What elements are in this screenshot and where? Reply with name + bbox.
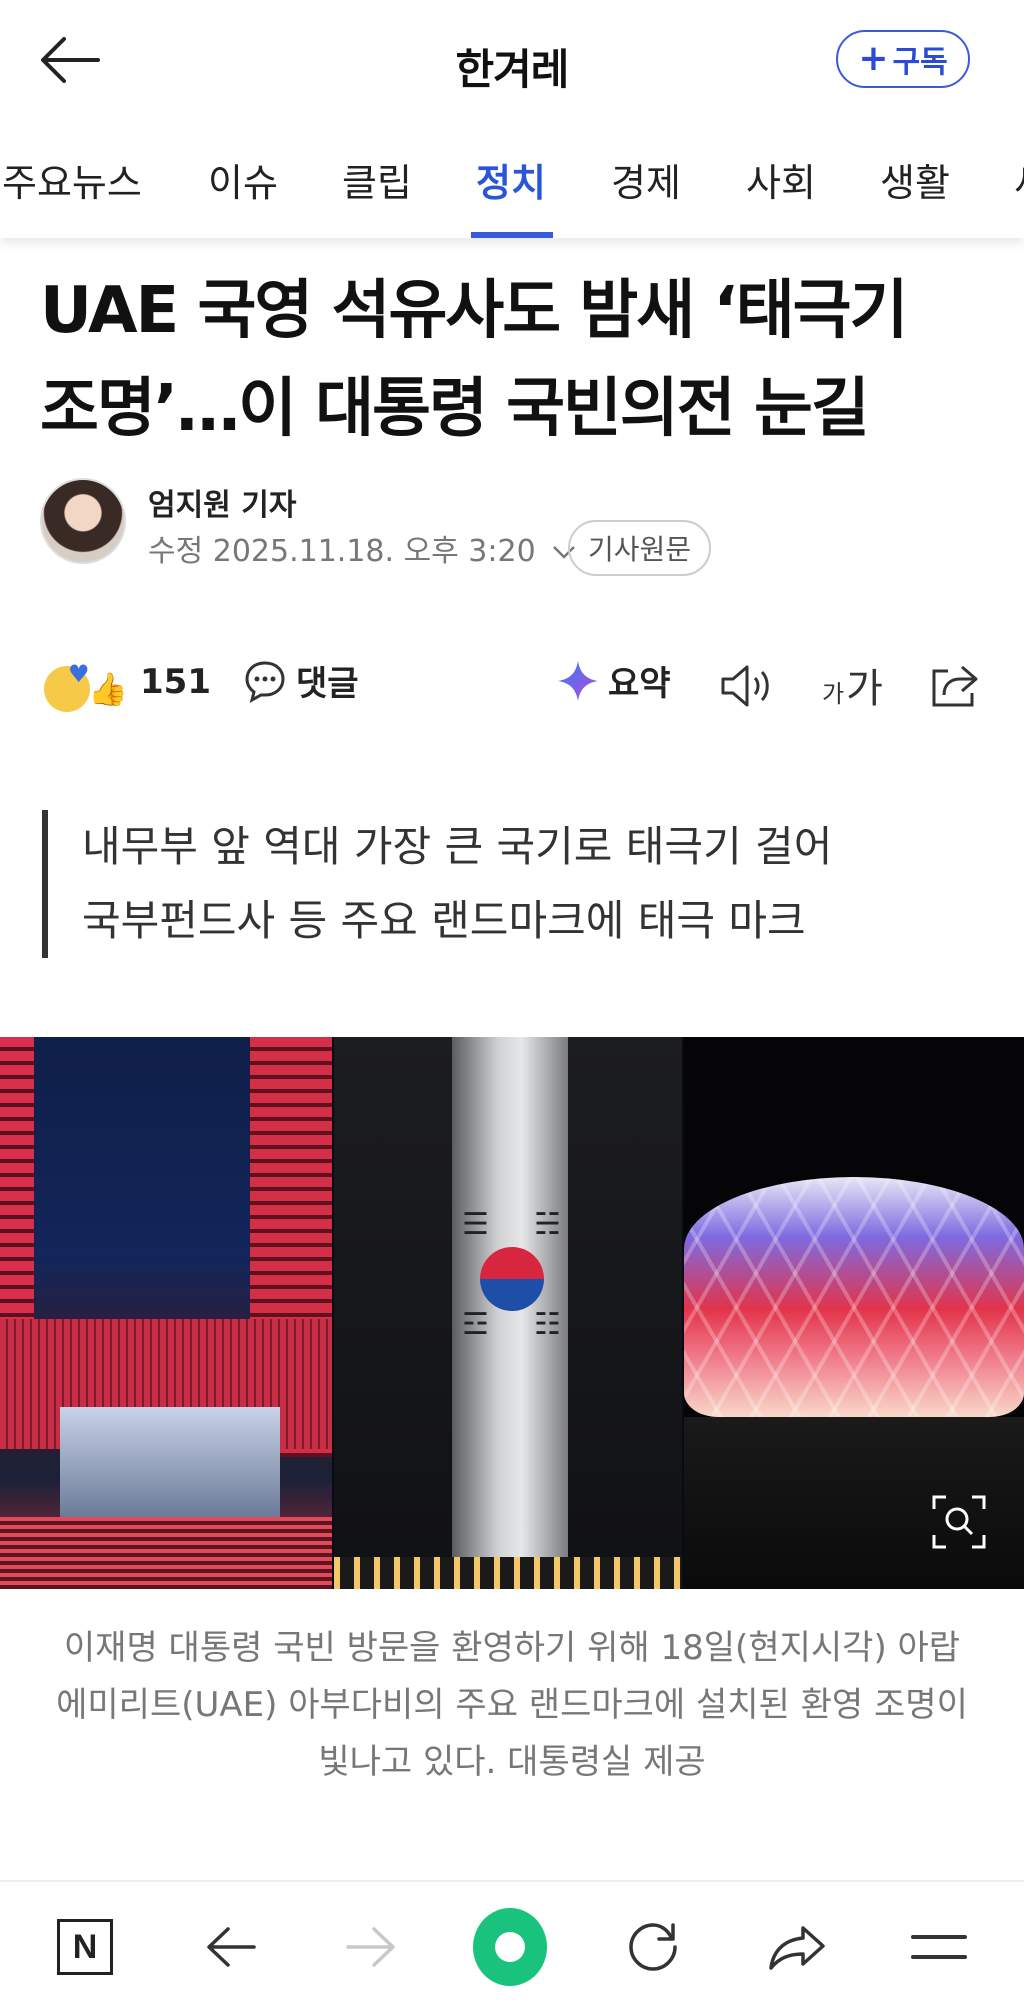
refresh-button[interactable]	[616, 1910, 690, 1984]
naver-home-button[interactable]: N	[48, 1910, 122, 1984]
reaction-emoji-icon[interactable]: ♥ 👍	[44, 660, 128, 712]
article-subhead: 내무부 앞 역대 가장 큰 국기로 태극기 걸어 국부펀드사 등 주요 랜드마크…	[42, 810, 982, 958]
summary-button[interactable]: 요약	[556, 656, 671, 705]
share-button[interactable]	[924, 656, 984, 716]
photo-zoom-button[interactable]	[932, 1495, 986, 1549]
tab-world[interactable]: 세	[1014, 152, 1024, 207]
browser-bottom-bar: N	[0, 1880, 1024, 2013]
font-large-glyph: 가	[846, 666, 883, 712]
reaction-count[interactable]: 151	[140, 662, 211, 702]
share-icon	[932, 665, 978, 707]
top-header: 한겨레 + 구독	[0, 0, 1024, 120]
article-actions: ♥ 👍 151 댓글 요약 가가	[40, 650, 990, 722]
tab-politics[interactable]: 정치	[476, 152, 546, 207]
updated-text: 수정 2025.11.18. 오후 3:20	[148, 534, 536, 569]
reporter-avatar[interactable]	[40, 478, 126, 564]
photo-panel-tower-flag: ☰ ☵ ☲ ☷	[334, 1037, 682, 1589]
tts-button[interactable]	[716, 656, 776, 716]
refresh-icon	[629, 1923, 677, 1971]
active-tab-indicator	[471, 232, 553, 238]
arrow-left-icon	[207, 1927, 256, 1967]
arrow-right-icon	[346, 1927, 395, 1967]
plus-icon: +	[858, 38, 889, 79]
hamburger-icon	[911, 1935, 967, 1959]
article-headline: UAE 국영 석유사도 밤새 ‘태극기 조명’…이 대통령 국빈의전 눈길	[40, 262, 1000, 458]
tab-clip[interactable]: 클립	[342, 152, 412, 207]
sparkle-icon	[558, 660, 598, 701]
headline-line-1: UAE 국영 석유사도 밤새 ‘태극기	[40, 274, 908, 348]
browser-share-button[interactable]	[760, 1910, 834, 1984]
share-arrow-icon	[769, 1926, 825, 1970]
taegeuk-icon	[480, 1247, 544, 1311]
subscribe-button[interactable]: + 구독	[836, 30, 970, 88]
font-small-glyph: 가	[822, 680, 845, 708]
summary-label: 요약	[608, 664, 671, 704]
updated-timestamp[interactable]: 수정 2025.11.18. 오후 3:20	[148, 526, 577, 570]
tab-life[interactable]: 생활	[880, 152, 950, 207]
comment-label: 댓글	[296, 664, 359, 704]
subscribe-label: 구독	[892, 45, 948, 80]
font-size-button[interactable]: 가가	[822, 656, 883, 714]
menu-button[interactable]	[902, 1910, 976, 1984]
tab-main-news[interactable]: 주요뉴스	[2, 152, 142, 207]
tab-issue[interactable]: 이슈	[208, 152, 278, 207]
tab-society[interactable]: 사회	[746, 152, 816, 207]
category-tabs: 주요뉴스 이슈 클립 정치 경제 사회 생활 세	[0, 120, 1024, 238]
subhead-line-2: 국부펀드사 등 주요 랜드마크에 태극 마크	[82, 896, 806, 945]
original-article-button[interactable]: 기사원문	[568, 520, 712, 576]
subhead-line-1: 내무부 앞 역대 가장 큰 국기로 태극기 걸어	[82, 822, 833, 871]
byline: 엄지원 기자 수정 2025.11.18. 오후 3:20 기사원문	[40, 478, 1000, 576]
article-photo[interactable]: ☰ ☵ ☲ ☷	[0, 1037, 1024, 1589]
n-logo-icon: N	[57, 1919, 113, 1975]
browser-back-button[interactable]	[194, 1910, 268, 1984]
reporter-name[interactable]: 엄지원 기자	[148, 480, 296, 524]
comment-icon	[245, 660, 285, 703]
comment-button[interactable]: 댓글	[242, 656, 359, 705]
green-dot-button[interactable]	[473, 1908, 547, 1986]
zoom-icon	[932, 1495, 986, 1549]
tab-economy[interactable]: 경제	[611, 152, 681, 207]
photo-panel-building	[0, 1037, 332, 1589]
headline-line-2: 조명’…이 대통령 국빈의전 눈길	[40, 372, 870, 446]
photo-caption: 이재명 대통령 국빈 방문을 환영하기 위해 18일(현지시각) 아랍에미리트(…	[56, 1628, 968, 1782]
browser-forward-button[interactable]	[334, 1910, 408, 1984]
speaker-icon	[721, 665, 769, 707]
green-dot-icon	[473, 1908, 547, 1986]
